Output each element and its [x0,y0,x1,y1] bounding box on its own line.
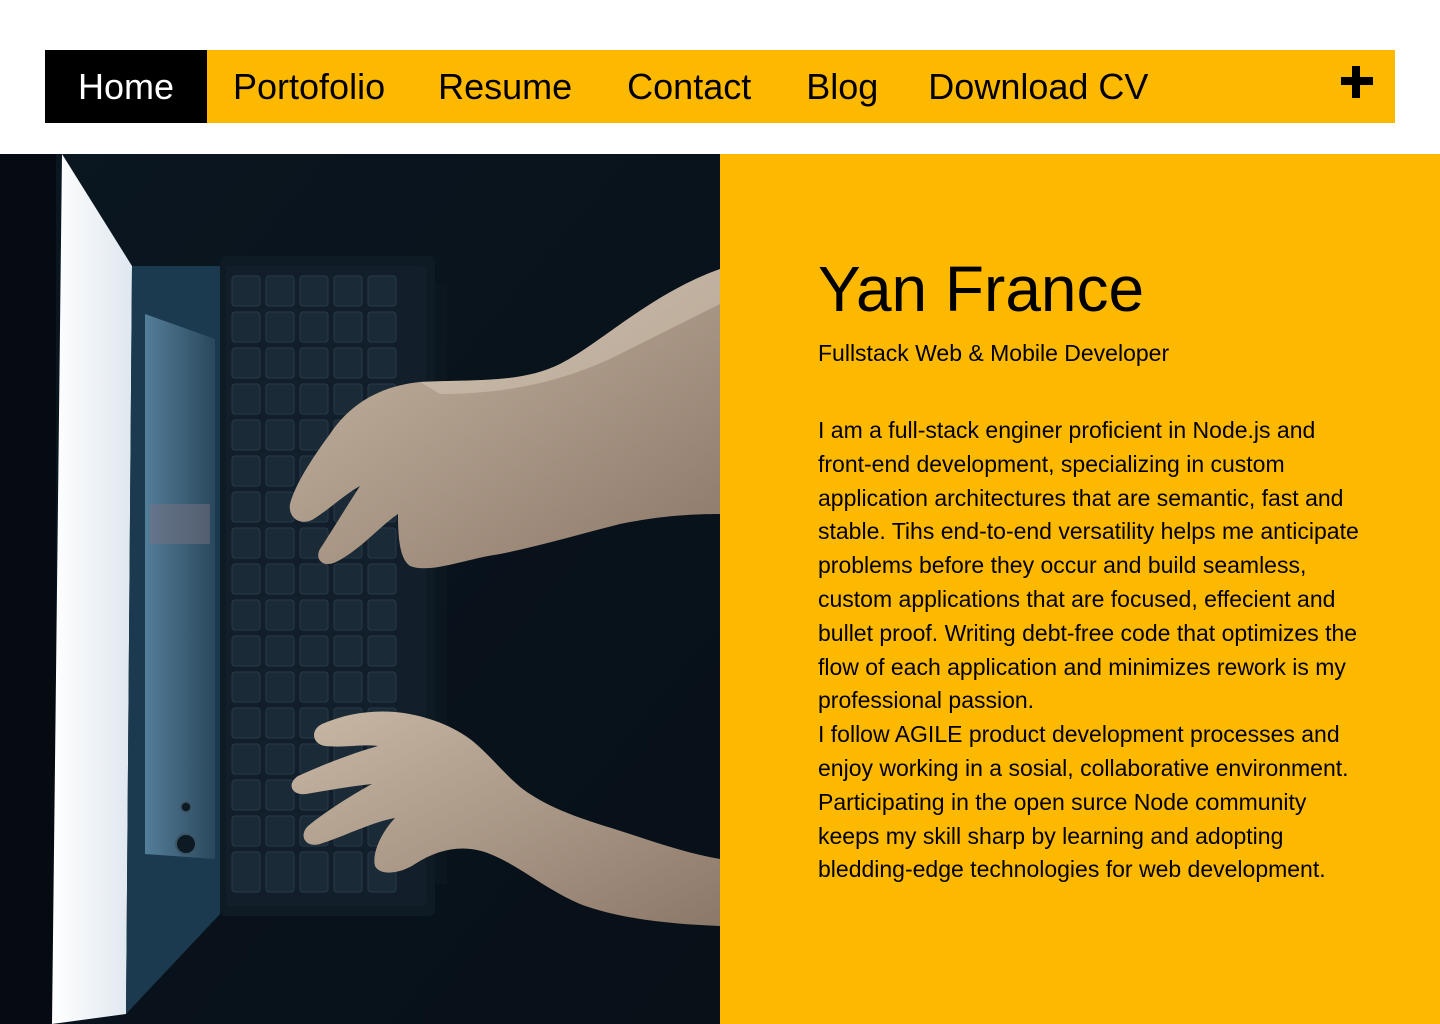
bio-paragraph: I follow AGILE product development proce… [818,721,1349,883]
profile-name: Yan France [818,253,1145,325]
nav-item-blog[interactable]: Blog [806,50,878,123]
profile-subtitle: Fullstack Web & Mobile Developer [818,340,1170,366]
nav-item-download-cv[interactable]: Download CV [928,50,1148,123]
plus-icon-vertical-bar [1352,66,1360,98]
main-navigation: Home Portofolio Resume Contact Blog Down… [45,50,1395,123]
laptop-typing-photo [0,154,720,1024]
nav-item-home[interactable]: Home [45,50,207,123]
intro-panel: Yan France Fullstack Web & Mobile Develo… [720,154,1440,1024]
bio-paragraph: I am a full-stack enginer proficient in … [818,417,1359,714]
nav-item-resume[interactable]: Resume [438,50,572,123]
nav-item-contact[interactable]: Contact [627,50,751,123]
profile-bio: I am a full-stack enginer proficient in … [818,414,1363,887]
plus-icon[interactable] [1339,64,1375,100]
laptop-typing-illustration [0,154,720,1024]
nav-item-portofolio[interactable]: Portofolio [233,50,385,123]
